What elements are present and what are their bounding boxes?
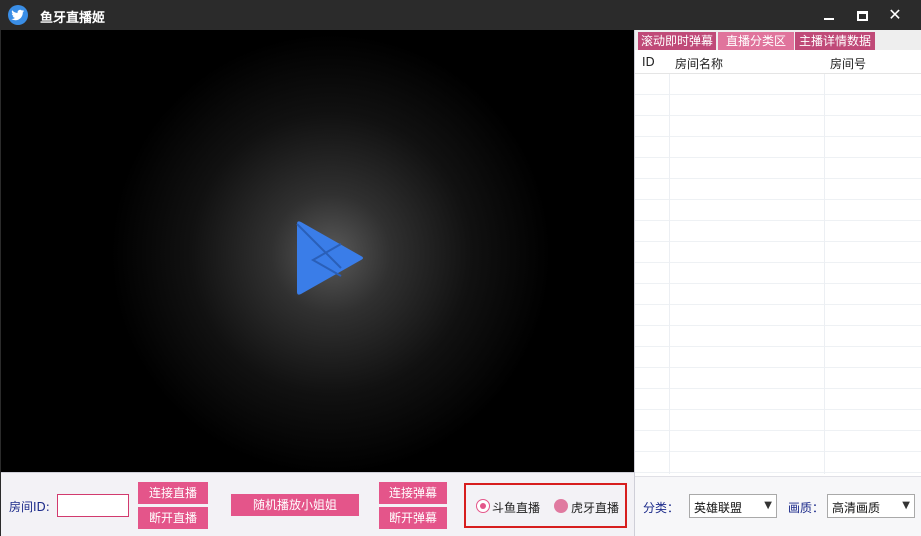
douyu-radio-label[interactable]: 斗鱼直播: [492, 499, 540, 516]
connect-live-button[interactable]: 连接直播: [138, 482, 208, 504]
connect-danmaku-button[interactable]: 连接弹幕: [379, 482, 447, 504]
chevron-down-icon: ▼: [902, 500, 910, 511]
close-button[interactable]: ✕: [882, 4, 908, 26]
room-id-input[interactable]: [57, 494, 129, 517]
column-header-id[interactable]: ID: [642, 55, 655, 69]
bird-logo-icon: [8, 5, 28, 25]
quality-label: 画质：: [788, 501, 825, 515]
huya-radio[interactable]: [554, 499, 568, 513]
window-title: 鱼牙直播姬: [40, 11, 106, 26]
column-header-room-name[interactable]: 房间名称: [675, 55, 723, 72]
platform-selector: 斗鱼直播 虎牙直播: [464, 483, 627, 528]
play-icon[interactable]: [293, 216, 369, 300]
column-header-room-number[interactable]: 房间号: [830, 55, 866, 72]
title-bar: 鱼牙直播姬 ✕: [0, 0, 921, 30]
quality-select-value: 高清画质: [832, 501, 881, 515]
maximize-icon: [857, 11, 868, 21]
chevron-down-icon: ▼: [764, 500, 772, 511]
category-label: 分类：: [643, 501, 680, 515]
minimize-button[interactable]: [816, 4, 842, 26]
filter-bar: 分类： 英雄联盟 ▼ 画质： 高清画质 ▼: [635, 476, 921, 536]
maximize-button[interactable]: [849, 4, 875, 26]
video-player[interactable]: [1, 30, 634, 472]
side-panel: 滚动即时弹幕 直播分类区 主播详情数据 ID 房间名称 房间号 分类： 英雄联盟…: [634, 30, 921, 536]
tab-bar: 滚动即时弹幕 直播分类区 主播详情数据: [635, 30, 921, 50]
tab-scrolling-danmaku[interactable]: 滚动即时弹幕: [638, 32, 716, 50]
tab-anchor-details[interactable]: 主播详情数据: [795, 32, 875, 50]
tab-live-category[interactable]: 直播分类区: [718, 32, 794, 50]
disconnect-danmaku-button[interactable]: 断开弹幕: [379, 507, 447, 529]
random-play-button[interactable]: 随机播放小姐姐: [231, 494, 359, 516]
quality-select[interactable]: 高清画质 ▼: [827, 494, 915, 518]
control-panel: 房间ID: 连接直播 断开直播 随机播放小姐姐 连接弹幕 断开弹幕 斗鱼直播 虎…: [1, 472, 634, 536]
minimize-icon: [824, 18, 834, 20]
disconnect-live-button[interactable]: 断开直播: [138, 507, 208, 529]
room-list[interactable]: [635, 74, 921, 474]
category-select-value: 英雄联盟: [694, 501, 743, 515]
category-select[interactable]: 英雄联盟 ▼: [689, 494, 777, 518]
list-header: ID 房间名称 房间号: [635, 50, 921, 74]
douyu-radio[interactable]: [476, 499, 490, 513]
room-id-label: 房间ID:: [9, 500, 50, 514]
huya-radio-label[interactable]: 虎牙直播: [571, 499, 619, 516]
